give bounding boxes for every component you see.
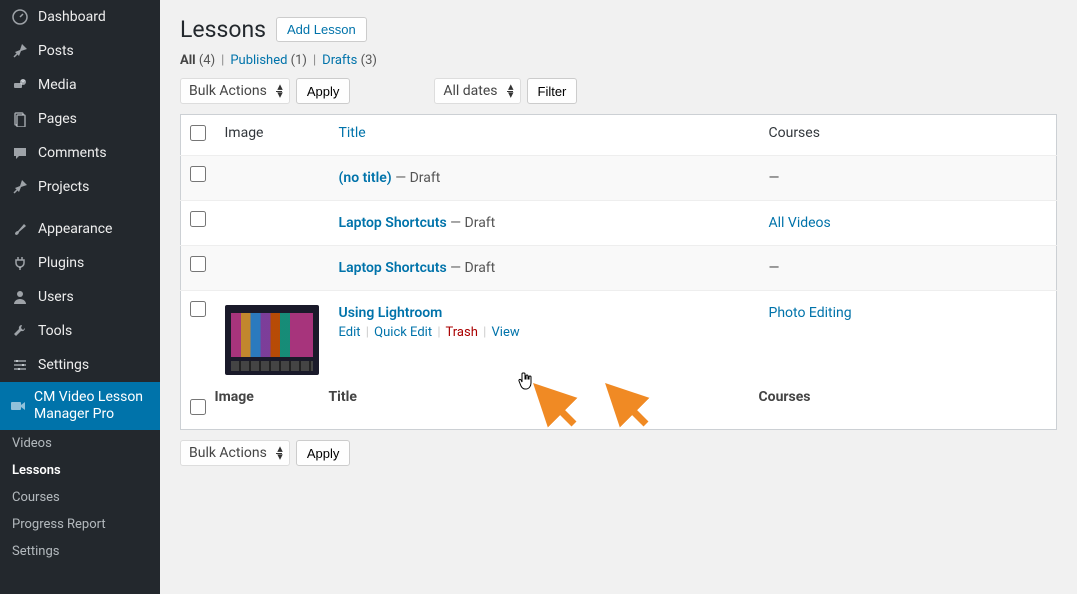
row-checkbox[interactable]	[190, 301, 206, 317]
media-icon	[10, 75, 30, 95]
user-icon	[10, 287, 30, 307]
filter-button[interactable]: Filter	[527, 78, 578, 104]
sidebar-item-pages[interactable]: Pages	[0, 102, 160, 136]
sidebar-item-settings[interactable]: Settings	[0, 348, 160, 382]
bulk-actions-select[interactable]: Bulk Actions ▴▾	[180, 78, 290, 104]
status-text: — Draft	[447, 260, 496, 276]
chevron-updown-icon: ▴▾	[277, 83, 283, 99]
table-row: Using Lightroom Edit | Quick Edit | Trash…	[181, 291, 1057, 390]
main-content: Lessons Add Lesson All (4) | Published (…	[160, 0, 1077, 594]
row-checkbox[interactable]	[190, 166, 206, 182]
sliders-icon	[10, 355, 30, 375]
select-all-checkbox-bottom[interactable]	[190, 399, 206, 415]
column-title-sort[interactable]: Title	[329, 389, 357, 405]
row-checkbox[interactable]	[190, 256, 206, 272]
sidebar-item-label: Users	[38, 289, 74, 305]
sidebar-item-label: Projects	[38, 179, 89, 195]
column-image: Image	[215, 115, 329, 156]
quick-edit-link[interactable]: Quick Edit	[374, 325, 432, 340]
filter-published[interactable]: Published	[230, 53, 287, 68]
status-filters: All (4) | Published (1) | Drafts (3)	[180, 53, 1057, 68]
trash-link[interactable]: Trash	[445, 325, 477, 340]
sidebar-subitem-progress-report[interactable]: Progress Report	[0, 511, 160, 538]
sidebar-item-media[interactable]: Media	[0, 68, 160, 102]
row-checkbox[interactable]	[190, 211, 206, 227]
pin-icon	[10, 177, 30, 197]
status-text: — Draft	[392, 170, 441, 186]
lesson-title-link[interactable]: Laptop Shortcuts	[339, 260, 447, 276]
comments-icon	[10, 143, 30, 163]
sidebar-item-label: Posts	[38, 43, 74, 59]
course-text: —	[769, 260, 780, 276]
status-text: — Draft	[447, 215, 496, 231]
sidebar-item-label: Plugins	[38, 255, 84, 271]
sidebar-item-label: CM Video Lesson Manager Pro	[34, 389, 150, 423]
sidebar-item-users[interactable]: Users	[0, 280, 160, 314]
chevron-updown-icon: ▴▾	[277, 445, 283, 461]
sidebar-item-cm-video[interactable]: CM Video Lesson Manager Pro	[0, 382, 160, 430]
sidebar-item-projects[interactable]: Projects	[0, 170, 160, 204]
camera-icon	[10, 396, 26, 416]
add-lesson-button[interactable]: Add Lesson	[276, 17, 367, 42]
page-icon	[10, 109, 30, 129]
page-title: Lessons	[180, 16, 266, 43]
sidebar-item-tools[interactable]: Tools	[0, 314, 160, 348]
chevron-updown-icon: ▴▾	[508, 83, 514, 99]
course-link[interactable]: All Videos	[769, 215, 831, 231]
lesson-title-link[interactable]: Using Lightroom	[339, 305, 443, 321]
sidebar-item-comments[interactable]: Comments	[0, 136, 160, 170]
column-image: Image	[215, 389, 329, 430]
sidebar-item-posts[interactable]: Posts	[0, 34, 160, 68]
brush-icon	[10, 219, 30, 239]
row-actions: Edit | Quick Edit | Trash | View	[339, 325, 749, 340]
sidebar-item-label: Media	[38, 77, 77, 93]
sidebar-item-label: Comments	[38, 145, 107, 161]
select-all-checkbox[interactable]	[190, 125, 206, 141]
wrench-icon	[10, 321, 30, 341]
table-row: Laptop Shortcuts — Draft —	[181, 246, 1057, 291]
sidebar-item-label: Settings	[38, 357, 89, 373]
sidebar-item-dashboard[interactable]: Dashboard	[0, 0, 160, 34]
sidebar-subitem-videos[interactable]: Videos	[0, 430, 160, 457]
date-filter-select[interactable]: All dates ▴▾	[434, 78, 520, 104]
admin-sidebar: Dashboard Posts Media Pages Comments Projects…	[0, 0, 160, 594]
sidebar-item-label: Dashboard	[38, 9, 106, 25]
plug-icon	[10, 253, 30, 273]
edit-link[interactable]: Edit	[339, 325, 361, 340]
filter-all[interactable]: All	[180, 53, 196, 68]
bulk-actions-select-bottom[interactable]: Bulk Actions ▴▾	[180, 440, 290, 466]
apply-button[interactable]: Apply	[296, 78, 351, 104]
table-row: Laptop Shortcuts — Draft All Videos	[181, 201, 1057, 246]
course-text: —	[769, 170, 780, 186]
lesson-title-link[interactable]: (no title)	[339, 170, 392, 186]
sidebar-item-plugins[interactable]: Plugins	[0, 246, 160, 280]
column-courses: Courses	[759, 389, 1057, 430]
sidebar-subitem-courses[interactable]: Courses	[0, 484, 160, 511]
apply-button-bottom[interactable]: Apply	[296, 440, 351, 466]
sidebar-item-label: Pages	[38, 111, 77, 127]
sidebar-item-label: Tools	[38, 323, 72, 339]
sidebar-item-appearance[interactable]: Appearance	[0, 212, 160, 246]
course-link[interactable]: Photo Editing	[769, 305, 852, 321]
lesson-title-link[interactable]: Laptop Shortcuts	[339, 215, 447, 231]
sidebar-item-label: Appearance	[38, 221, 112, 237]
dashboard-icon	[10, 7, 30, 27]
lesson-thumbnail[interactable]	[225, 305, 319, 375]
filter-drafts[interactable]: Drafts	[322, 53, 357, 68]
table-row: (no title) — Draft —	[181, 156, 1057, 201]
sidebar-subitem-lessons[interactable]: Lessons	[0, 457, 160, 484]
lessons-table: Image Title Courses (no title) — Draft—L…	[180, 114, 1057, 430]
view-link[interactable]: View	[492, 325, 520, 340]
sidebar-subitem-settings[interactable]: Settings	[0, 538, 160, 565]
pin-icon	[10, 41, 30, 61]
column-title-sort[interactable]: Title	[339, 125, 366, 141]
column-courses: Courses	[759, 115, 1057, 156]
